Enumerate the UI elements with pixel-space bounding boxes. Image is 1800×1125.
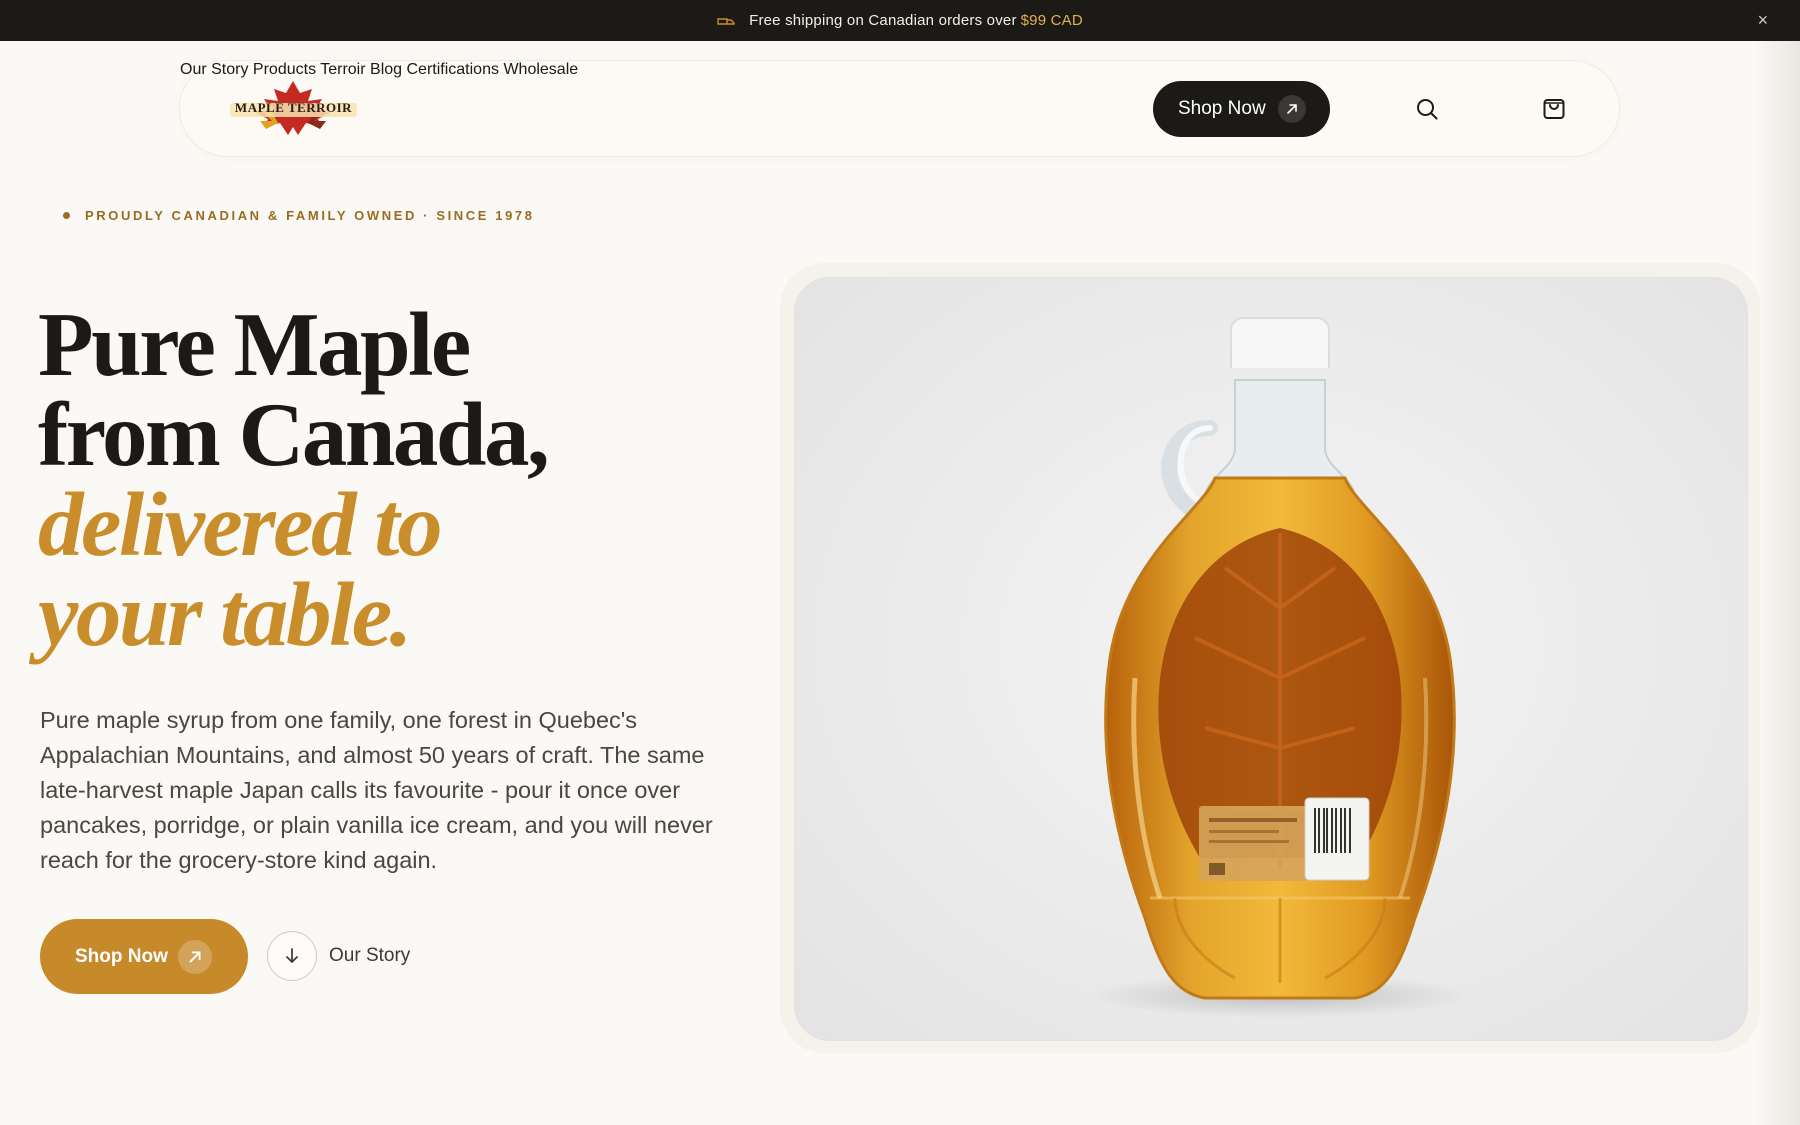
announcement-highlight: $99 CAD [1020, 12, 1083, 29]
hero-shop-now-label: Shop Now [75, 945, 168, 967]
site-header: MAPLE TERROIR Our Story Products Terroir… [179, 60, 1620, 157]
arrow-up-right-icon [1278, 95, 1306, 123]
arrow-down-icon [267, 931, 317, 981]
eyebrow-text: PROUDLY CANADIAN & FAMILY OWNED · SINCE … [85, 208, 535, 223]
headline-line-1: Pure Maple [38, 294, 471, 395]
announcement-bar: Free shipping on Canadian orders over $9… [0, 0, 1800, 41]
eyebrow-dot [63, 212, 70, 219]
close-icon[interactable]: × [1754, 11, 1772, 29]
page-edge-shadow [1754, 41, 1800, 1125]
headline-line-3: delivered to [38, 474, 443, 575]
shopping-bag-icon[interactable] [1539, 93, 1569, 123]
header-shop-now-label: Shop Now [1178, 98, 1266, 119]
search-icon[interactable] [1412, 94, 1442, 124]
maple-syrup-bottle-image [1090, 317, 1470, 1018]
headline-line-4: your table. [38, 564, 412, 665]
arrow-up-right-icon [178, 940, 212, 974]
nav-certifications[interactable]: Certifications [407, 61, 499, 78]
hero-headline: Pure Maple from Canada, delivered to you… [38, 294, 738, 665]
logo-wordmark: MAPLE TERROIR [234, 100, 353, 115]
headline-line-2: from Canada, [38, 384, 550, 485]
nav-wholesale[interactable]: Wholesale [503, 61, 578, 78]
nav-our-story[interactable]: Our Story [180, 61, 248, 78]
hero-description: Pure maple syrup from one family, one fo… [40, 707, 713, 873]
hero-our-story-link[interactable]: Our Story [267, 931, 410, 981]
our-story-label: Our Story [329, 945, 411, 966]
nav-terroir[interactable]: Terroir [320, 61, 365, 78]
nav-blog[interactable]: Blog [370, 61, 402, 78]
nav-products[interactable]: Products [253, 61, 316, 78]
hero-shop-now-button[interactable]: Shop Now [40, 919, 248, 994]
header-shop-now-button[interactable]: Shop Now [1153, 81, 1330, 137]
product-image [794, 277, 1748, 1041]
brand-logo[interactable]: MAPLE TERROIR [226, 79, 361, 137]
announcement-text: Free shipping on Canadian orders over [749, 12, 1017, 29]
truck-icon [717, 13, 735, 29]
hero-eyebrow: PROUDLY CANADIAN & FAMILY OWNED · SINCE … [63, 208, 535, 223]
